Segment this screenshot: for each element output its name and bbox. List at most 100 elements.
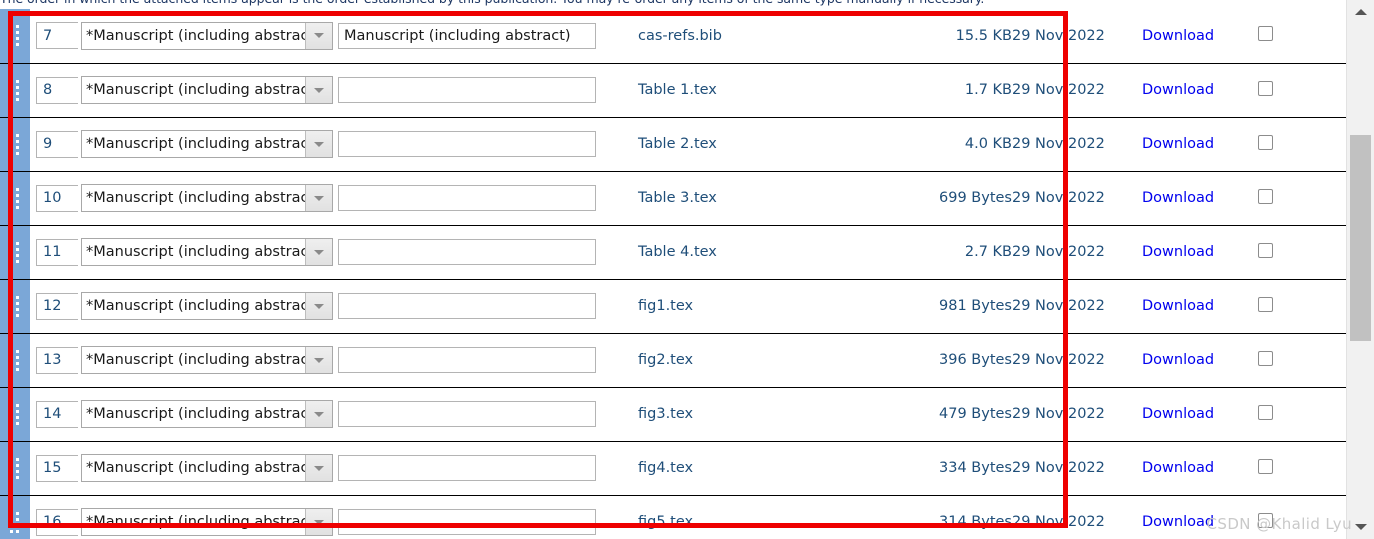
row-checkbox[interactable] — [1258, 512, 1273, 528]
description-input[interactable] — [338, 293, 596, 319]
item-type-cell: *Manuscript (including abstract) — [78, 62, 338, 118]
download-link[interactable]: Download — [1142, 190, 1214, 206]
download-link[interactable]: Download — [1142, 514, 1214, 530]
row-drag-handle[interactable] — [0, 386, 30, 442]
order-input[interactable]: 8 — [36, 76, 80, 104]
item-type-select[interactable]: *Manuscript (including abstract) — [81, 400, 333, 428]
select-cell — [1258, 116, 1347, 172]
order-cell: 8 — [30, 62, 80, 118]
download-link[interactable]: Download — [1142, 136, 1214, 152]
download-link[interactable]: Download — [1142, 460, 1214, 476]
item-type-dropdown-button[interactable] — [305, 185, 332, 211]
order-input[interactable]: 10 — [36, 184, 80, 212]
row-checkbox[interactable] — [1258, 404, 1273, 420]
download-link[interactable]: Download — [1142, 28, 1214, 44]
row-checkbox[interactable] — [1258, 296, 1273, 312]
row-drag-handle[interactable] — [0, 170, 30, 226]
item-type-dropdown-button[interactable] — [305, 347, 332, 373]
description-input[interactable] — [338, 509, 596, 535]
download-link[interactable]: Download — [1142, 406, 1214, 422]
select-cell — [1258, 9, 1347, 64]
row-drag-handle[interactable] — [0, 9, 30, 64]
item-type-select[interactable]: *Manuscript (including abstract) — [81, 76, 333, 104]
select-cell — [1258, 332, 1347, 388]
description-input[interactable] — [338, 131, 596, 157]
download-link[interactable]: Download — [1142, 298, 1214, 314]
item-type-cell: *Manuscript (including abstract) — [78, 494, 338, 539]
row-checkbox[interactable] — [1258, 188, 1273, 204]
file-size-cell: 1.7 KB — [900, 62, 1012, 118]
download-link[interactable]: Download — [1142, 352, 1214, 368]
description-input[interactable] — [338, 185, 596, 211]
item-type-dropdown-button[interactable] — [305, 131, 332, 157]
download-link[interactable]: Download — [1142, 82, 1214, 98]
scrollbar-thumb[interactable] — [1350, 135, 1371, 341]
row-drag-handle[interactable] — [0, 332, 30, 388]
description-input[interactable] — [338, 455, 596, 481]
row-checkbox[interactable] — [1258, 242, 1273, 258]
chevron-down-icon — [314, 33, 324, 39]
item-type-value: *Manuscript (including abstract) — [86, 406, 305, 422]
item-type-dropdown-button[interactable] — [305, 455, 332, 481]
item-type-dropdown-button[interactable] — [305, 401, 332, 427]
item-type-select[interactable]: *Manuscript (including abstract) — [81, 130, 333, 158]
item-type-select[interactable]: *Manuscript (including abstract) — [81, 508, 333, 536]
file-date-cell: 29 Nov 2022 — [1012, 116, 1142, 172]
row-drag-handle[interactable] — [0, 116, 30, 172]
description-cell — [338, 224, 638, 280]
item-type-select[interactable]: *Manuscript (including abstract) — [81, 346, 333, 374]
vertical-scrollbar[interactable] — [1346, 0, 1374, 539]
description-cell: Manuscript (including abstract) — [338, 9, 638, 64]
row-checkbox[interactable] — [1258, 458, 1273, 474]
row-drag-handle[interactable] — [0, 440, 30, 496]
download-cell: Download — [1142, 116, 1258, 172]
order-input[interactable]: 15 — [36, 454, 80, 482]
description-input[interactable]: Manuscript (including abstract) — [338, 22, 596, 49]
description-input[interactable] — [338, 401, 596, 427]
row-drag-handle[interactable] — [0, 62, 30, 118]
download-cell: Download — [1142, 170, 1258, 226]
item-type-select[interactable]: *Manuscript (including abstract) — [81, 292, 333, 320]
table-row: 11 *Manuscript (including abstract) Table … — [0, 224, 1347, 280]
download-link[interactable]: Download — [1142, 244, 1214, 260]
row-drag-handle[interactable] — [0, 224, 30, 280]
order-input[interactable]: 9 — [36, 130, 80, 158]
description-input[interactable] — [338, 347, 596, 373]
scrollbar-up-button[interactable] — [1347, 0, 1374, 24]
scrollbar-down-button[interactable] — [1347, 515, 1374, 539]
order-cell: 13 — [30, 332, 80, 388]
order-input[interactable]: 14 — [36, 400, 80, 428]
row-checkbox[interactable] — [1258, 134, 1273, 150]
description-input[interactable] — [338, 77, 596, 103]
table-row: 14 *Manuscript (including abstract) fig3.t… — [0, 386, 1347, 442]
order-input[interactable]: 16 — [36, 508, 80, 536]
item-type-value: *Manuscript (including abstract) — [86, 82, 305, 98]
order-input[interactable]: 12 — [36, 292, 80, 320]
table-row: 8 *Manuscript (including abstract) Table 1… — [0, 62, 1347, 118]
row-drag-handle[interactable] — [0, 494, 30, 539]
description-input[interactable] — [338, 239, 596, 265]
order-input[interactable]: 7 — [36, 22, 80, 50]
item-type-select[interactable]: *Manuscript (including abstract) — [81, 21, 333, 50]
file-size-cell: 314 Bytes — [900, 494, 1012, 539]
attachments-table-body: 7 *Manuscript (including abstract) Manuscr… — [0, 9, 1347, 539]
drag-handle-icon — [10, 77, 19, 103]
item-type-dropdown-button[interactable] — [305, 239, 332, 265]
drag-handle-icon — [10, 347, 19, 373]
item-type-select[interactable]: *Manuscript (including abstract) — [81, 184, 333, 212]
order-input[interactable]: 13 — [36, 346, 80, 374]
order-cell: 16 — [30, 494, 80, 539]
attachments-scroll-viewport[interactable]: 7 *Manuscript (including abstract) Manuscr… — [0, 0, 1347, 539]
row-checkbox[interactable] — [1258, 80, 1273, 96]
drag-handle-icon — [10, 131, 19, 157]
order-input[interactable]: 11 — [36, 238, 80, 266]
item-type-select[interactable]: *Manuscript (including abstract) — [81, 238, 333, 266]
row-checkbox[interactable] — [1258, 26, 1273, 42]
item-type-dropdown-button[interactable] — [305, 509, 332, 535]
row-checkbox[interactable] — [1258, 350, 1273, 366]
item-type-dropdown-button[interactable] — [305, 293, 332, 319]
item-type-select[interactable]: *Manuscript (including abstract) — [81, 454, 333, 482]
row-drag-handle[interactable] — [0, 278, 30, 334]
item-type-dropdown-button[interactable] — [305, 22, 332, 49]
item-type-dropdown-button[interactable] — [305, 77, 332, 103]
